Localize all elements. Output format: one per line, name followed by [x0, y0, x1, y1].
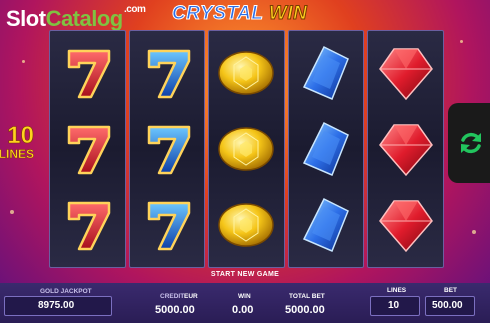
credit-value: 5000.00 — [155, 304, 195, 316]
blue-seven-icon — [135, 117, 199, 181]
blue-seven-icon — [135, 41, 199, 105]
bet-value: 500.00 — [432, 300, 463, 311]
red-gem-icon — [374, 41, 438, 105]
blue-seven-icon — [135, 193, 199, 257]
refresh-icon — [461, 132, 481, 154]
win-value: 0.00 — [232, 304, 254, 316]
start-new-game-text: START NEW GAME — [210, 271, 280, 278]
lines-label: LINES — [387, 287, 407, 294]
blue-gem-icon — [294, 41, 358, 105]
sparkle-2 — [10, 210, 14, 214]
blue-gem-icon — [294, 193, 358, 257]
reel-3 — [208, 30, 285, 268]
lines-value: 10 — [388, 300, 400, 311]
bet-label: BET — [444, 287, 457, 294]
sparkle-4 — [472, 230, 476, 234]
reel-5 — [367, 30, 444, 268]
watermark-part1: Slot — [6, 6, 46, 31]
currency-label: EUR — [184, 293, 198, 300]
gold-jackpot-label: GOLD JACKPOT — [40, 288, 92, 295]
red-seven-icon — [55, 117, 119, 181]
lines-badge-text: LINES — [0, 147, 34, 161]
watermark-part3: .com — [124, 4, 146, 15]
sparkle-3 — [460, 40, 463, 43]
red-gem-icon — [374, 117, 438, 181]
credit-label: CREDIT — [160, 293, 185, 300]
reel-4 — [287, 30, 365, 268]
yellow-diamond-icon — [214, 41, 278, 105]
spin-button[interactable] — [448, 103, 490, 183]
logo-part2: WIN — [268, 3, 308, 25]
reel-2 — [128, 30, 206, 268]
red-seven-icon — [55, 41, 119, 105]
total-bet-label: TOTAL BET — [289, 293, 325, 300]
lines-badge-number: 10 — [7, 122, 34, 149]
red-gem-icon — [374, 193, 438, 257]
lines-badge: 10 LINES — [0, 122, 34, 161]
sparkle-1 — [22, 60, 25, 63]
watermark-part2: Catalog — [45, 6, 124, 31]
watermark-logo: SlotCatalog .com — [6, 4, 146, 32]
win-label: WIN — [238, 293, 251, 300]
reel-1 — [49, 30, 126, 268]
blue-gem-icon — [294, 117, 358, 181]
total-bet-value: 5000.00 — [285, 304, 325, 316]
yellow-diamond-icon — [214, 117, 278, 181]
game-logo: CRYSTAL WIN — [171, 3, 308, 25]
yellow-diamond-icon — [214, 193, 278, 257]
logo-part1: CRYSTAL — [171, 3, 264, 25]
red-seven-icon — [55, 193, 119, 257]
reels-grid — [49, 30, 444, 268]
gold-jackpot-value: 8975.00 — [38, 300, 75, 311]
